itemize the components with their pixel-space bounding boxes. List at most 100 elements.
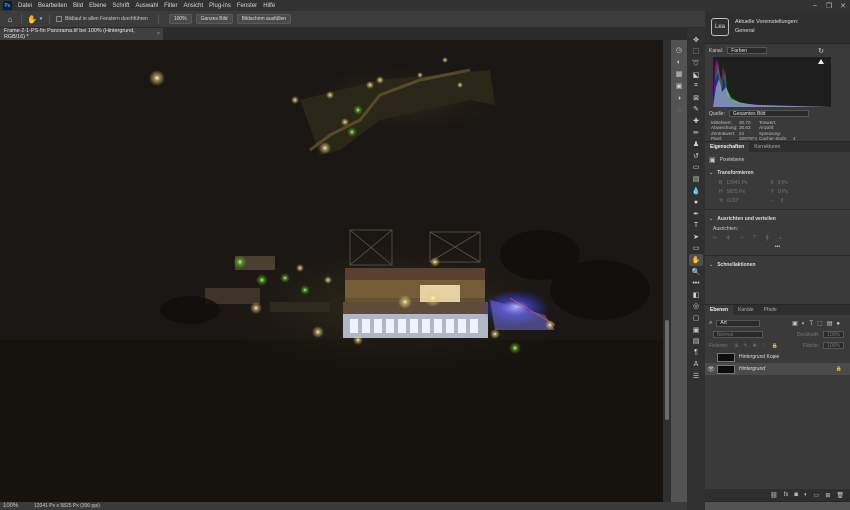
group-icon[interactable]: ▭	[814, 492, 820, 499]
menu-schrift[interactable]: Schrift	[109, 3, 132, 9]
menu-ebene[interactable]: Ebene	[86, 3, 109, 9]
layer-filter-select[interactable]: Art	[716, 319, 761, 327]
maximize-button[interactable]: ❐	[822, 2, 836, 10]
chevron-down-icon[interactable]: ⌄	[709, 170, 713, 176]
object-select-tool-icon[interactable]: ⬕	[689, 69, 703, 81]
minimize-button[interactable]: –	[808, 2, 822, 10]
eraser-tool-icon[interactable]: ▭	[689, 162, 703, 174]
filter-icons[interactable]: ▣◐T⬚▤●	[792, 320, 844, 327]
rectangle-tool-icon[interactable]: ▭	[689, 243, 703, 255]
menu-plugins[interactable]: Plug-ins	[206, 3, 234, 9]
height-value[interactable]: 5825 Px	[727, 189, 757, 195]
paragraph-icon[interactable]: ¶	[689, 347, 703, 359]
menu-bearbeiten[interactable]: Bearbeiten	[35, 3, 70, 9]
scroll-all-windows-checkbox[interactable]: Bildlauf in allen Fenstern durchführen	[56, 16, 148, 22]
layer-row-selected[interactable]: 👁 Hintergrund 🔒	[705, 363, 850, 375]
chevron-down-icon[interactable]: ⌄	[709, 216, 713, 222]
align-bottom-icon[interactable]: ⊥	[778, 235, 782, 241]
lock-icons[interactable]: ⊞✎✥⬚🔒	[734, 343, 783, 349]
menu-ansicht[interactable]: Ansicht	[180, 3, 206, 9]
color-panel-icon[interactable]: ◐	[672, 56, 686, 68]
healing-brush-icon[interactable]: ✚	[689, 115, 703, 127]
libraries-panel-icon[interactable]: ▣	[672, 80, 686, 92]
dodge-tool-icon[interactable]: ●	[689, 196, 703, 208]
marquee-tool-icon[interactable]: ⬚	[689, 46, 703, 58]
zoom-tool-icon[interactable]: 🔍	[689, 266, 703, 278]
angle-value[interactable]: 0,00°	[727, 198, 739, 204]
tab-adjustments[interactable]: Korrekturen	[749, 142, 785, 152]
channel-select[interactable]: Farben	[727, 47, 768, 54]
stamp-tool-icon[interactable]: ♟	[689, 138, 703, 150]
learn-panel-icon[interactable]: ◌	[672, 104, 686, 116]
fit-screen-button[interactable]: Ganzes Bild	[195, 14, 233, 24]
new-layer-icon[interactable]: ⊞	[825, 492, 830, 499]
link-icon[interactable]: ⛓	[770, 492, 778, 499]
width-value[interactable]: 12041 Px	[726, 180, 756, 186]
align-top-icon[interactable]: ⊤	[752, 235, 756, 241]
menu-datei[interactable]: Datei	[15, 3, 35, 9]
flip-horizontal-icon[interactable]: ⇔	[769, 198, 774, 204]
menu-filter[interactable]: Filter	[161, 3, 180, 9]
frame-tool-icon[interactable]: ⊠	[689, 92, 703, 104]
scrollbar-thumb[interactable]	[665, 320, 669, 420]
align-center-h-icon[interactable]: ╪	[726, 235, 730, 241]
flip-vertical-icon[interactable]: ⇕	[780, 198, 784, 204]
align-middle-v-icon[interactable]: ╫	[766, 235, 770, 241]
tab-paths[interactable]: Pfade	[759, 305, 782, 315]
zoom-100-button[interactable]: 100%	[168, 14, 192, 24]
history-panel-icon[interactable]: ◷	[672, 44, 686, 56]
close-window-button[interactable]: ✕	[836, 2, 850, 10]
eye-icon[interactable]: 👁	[705, 366, 717, 373]
screen-mode-icon[interactable]: ▢	[689, 312, 703, 324]
move-tool-icon[interactable]: ✥	[689, 34, 703, 46]
hand-tool-icon[interactable]: ✋	[689, 254, 703, 266]
crop-tool-icon[interactable]: ⌗	[689, 80, 703, 92]
tab-properties[interactable]: Eigenschaften	[705, 142, 750, 152]
path-select-tool-icon[interactable]: ➤	[689, 231, 703, 243]
more-tools-icon[interactable]: •••	[689, 277, 703, 289]
layer-name[interactable]: Hintergrund Kopie	[739, 354, 779, 360]
image-canvas[interactable]	[0, 40, 663, 502]
adjustment-icon[interactable]: ◐	[804, 492, 808, 498]
x-value[interactable]: 0 Px	[778, 180, 788, 186]
home-icon[interactable]: ⌂	[4, 13, 16, 25]
y-value[interactable]: 0 Px	[778, 189, 788, 195]
layer-name[interactable]: Hintergrund	[739, 366, 765, 372]
pen-tool-icon[interactable]: ✒	[689, 208, 703, 220]
layer-comp-icon[interactable]: ▤	[689, 335, 703, 347]
blur-tool-icon[interactable]: 💧	[689, 185, 703, 197]
refresh-icon[interactable]: ↻	[818, 47, 824, 55]
eyedropper-tool-icon[interactable]: ✎	[689, 104, 703, 116]
layer-row[interactable]: Hintergrund Kopie	[705, 351, 850, 363]
document-tab[interactable]: Frame-2-1-PS-fin Panorama.tif bei 100% (…	[0, 28, 163, 40]
menu-auswahl[interactable]: Auswahl	[132, 3, 161, 9]
properties-icon[interactable]: ☰	[689, 370, 703, 382]
chevron-down-icon[interactable]: ⌄	[709, 262, 713, 268]
history-brush-icon[interactable]: ↺	[689, 150, 703, 162]
vertical-scrollbar[interactable]	[663, 40, 671, 502]
hand-tool-icon[interactable]: ✋	[26, 13, 38, 25]
type-tool-icon[interactable]: T	[689, 220, 703, 232]
opacity-input[interactable]: 100%	[823, 331, 844, 338]
fill-screen-button[interactable]: Bildschirm ausfüllen	[236, 14, 292, 24]
fx-icon[interactable]: fx	[784, 492, 789, 498]
color-swatches-icon[interactable]: ◧	[689, 289, 703, 301]
source-select[interactable]: Gesamtes Bild	[728, 110, 809, 117]
brush-tool-icon[interactable]: ✏	[689, 127, 703, 139]
menu-hilfe[interactable]: Hilfe	[260, 3, 278, 9]
adjustments-panel-icon[interactable]: ◑	[672, 92, 686, 104]
close-tab-icon[interactable]: ×	[157, 31, 160, 37]
chevron-down-icon[interactable]: ▾	[38, 13, 44, 25]
zoom-level[interactable]: 100%	[0, 503, 28, 509]
character-icon[interactable]: A	[689, 359, 703, 371]
more-options[interactable]: •••	[775, 244, 780, 250]
tab-layers[interactable]: Ebenen	[705, 305, 734, 315]
menu-bild[interactable]: Bild	[70, 3, 86, 9]
quick-mask-icon[interactable]: ◎	[689, 301, 703, 313]
learn-icon[interactable]: Lea	[711, 18, 729, 36]
align-right-icon[interactable]: ⊣	[739, 235, 743, 241]
lasso-tool-icon[interactable]: ➰	[689, 57, 703, 69]
blend-mode-select[interactable]: Normal	[713, 331, 763, 338]
mask-icon[interactable]: ◙	[794, 492, 798, 498]
tab-channels[interactable]: Kanäle	[733, 305, 759, 315]
